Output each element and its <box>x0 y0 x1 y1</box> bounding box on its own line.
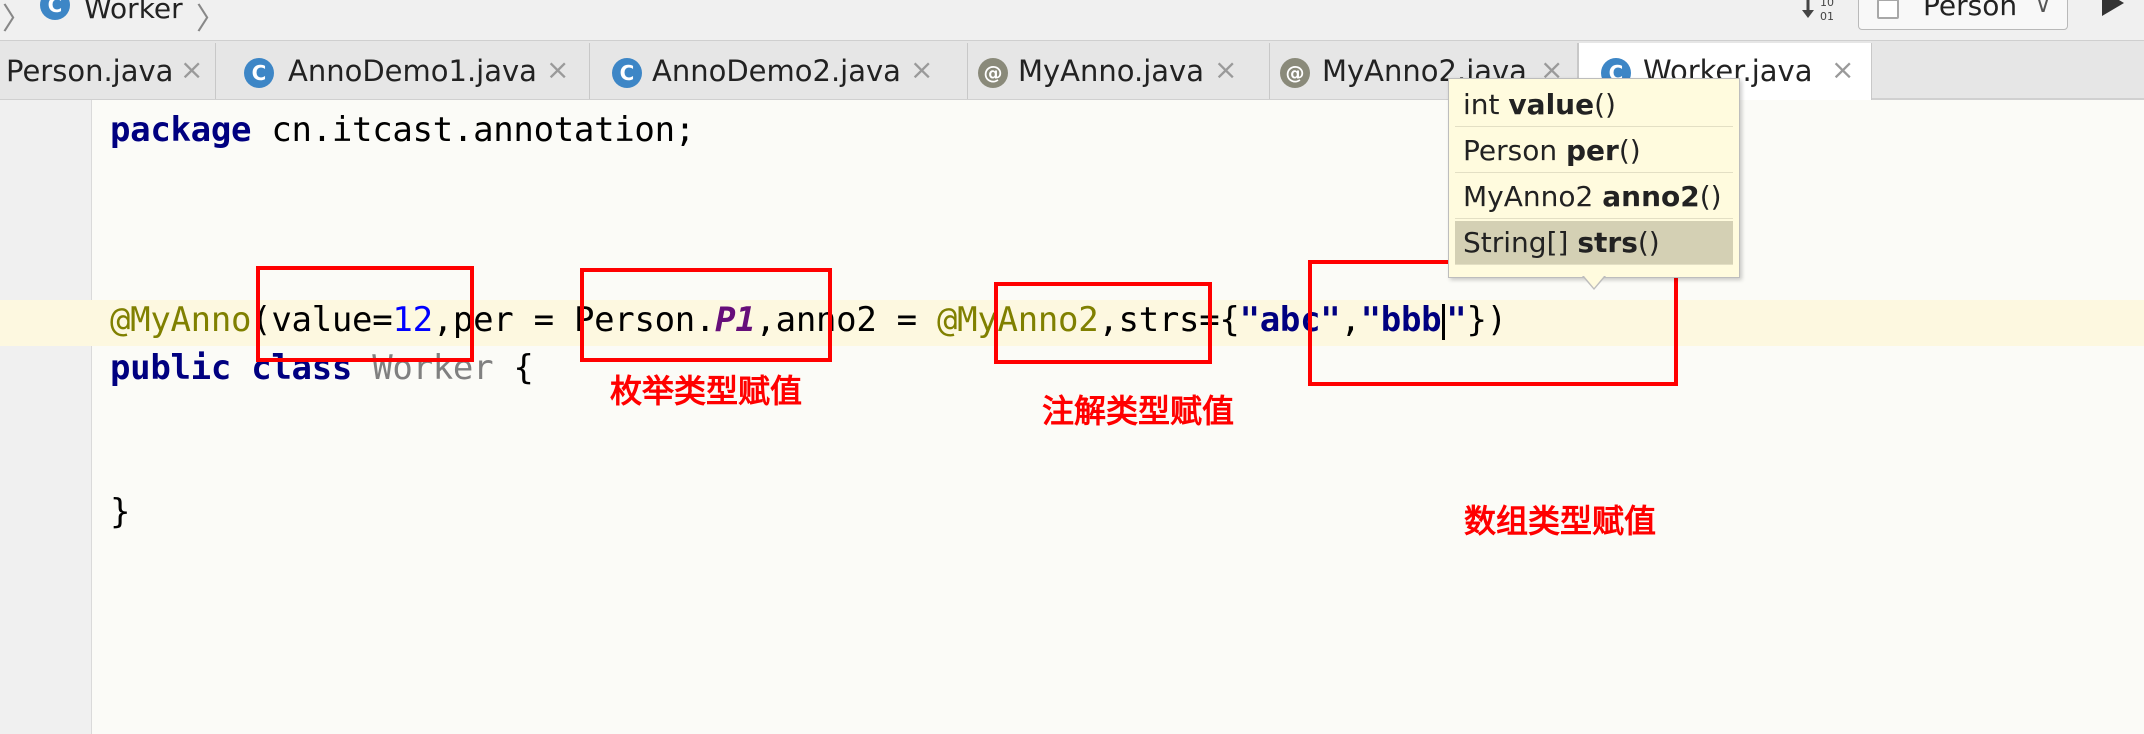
label-annotation-assignment: 注解类型赋值 <box>1042 392 1235 430</box>
tab-label: AnnoDemo2.java <box>652 54 901 88</box>
highlight-box-value <box>256 266 474 362</box>
code-line-close-brace[interactable]: } <box>110 492 130 532</box>
item-type: Person <box>1463 134 1558 167</box>
breadcrumb-separator: 〉 <box>196 2 226 37</box>
highlight-box-enum <box>580 268 832 362</box>
item-type: String[] <box>1463 226 1569 259</box>
highlight-box-array <box>1308 260 1678 386</box>
run-config-label: Person <box>1923 0 2018 22</box>
item-name: per <box>1566 134 1619 167</box>
breadcrumb-worker[interactable]: Worker <box>84 0 183 25</box>
highlight-box-annotation <box>994 282 1212 364</box>
annotation-icon: @ <box>978 58 1008 88</box>
label-enum-assignment: 枚举类型赋值 <box>610 372 803 410</box>
annotation-icon: @ <box>1280 58 1310 88</box>
completion-item-value[interactable]: int value() <box>1455 83 1733 127</box>
keyword-package: package <box>110 110 252 150</box>
code-line-package[interactable]: package cn.itcast.annotation; <box>110 110 695 150</box>
completion-item-strs[interactable]: String[] strs() <box>1455 221 1733 265</box>
package-name: cn.itcast.annotation; <box>251 110 695 150</box>
class-icon: C <box>612 58 642 88</box>
run-config-icon <box>1877 0 1899 19</box>
tab-label: Person.java <box>6 54 174 88</box>
close-icon[interactable]: × <box>180 53 203 86</box>
completion-popup[interactable]: int value() Person per() MyAnno2 anno2()… <box>1448 78 1740 278</box>
svg-text:10: 10 <box>1820 0 1834 9</box>
open-brace: { <box>493 348 534 388</box>
item-name: value <box>1508 88 1595 121</box>
item-suffix: () <box>1594 88 1616 121</box>
tab-person-java[interactable]: Person.java × <box>0 43 216 99</box>
code-editor[interactable]: package cn.itcast.annotation; @MyAnno(va… <box>0 100 2144 734</box>
popup-pointer-inner <box>1584 276 1604 288</box>
editor-tab-bar: Person.java × C AnnoDemo1.java × C AnnoD… <box>0 40 2144 103</box>
class-icon: C <box>40 0 70 20</box>
close-icon[interactable]: × <box>1214 53 1237 86</box>
class-icon: C <box>244 58 274 88</box>
breadcrumb-separator: 〉 <box>2 2 32 37</box>
close-brace: } <box>110 492 131 532</box>
close-icon[interactable]: × <box>546 53 569 86</box>
item-type: MyAnno2 <box>1463 180 1594 213</box>
run-icon[interactable] <box>2102 0 2124 16</box>
navigation-bar: 〉 C Worker 〉 10 01 Person ∨ <box>0 0 2144 40</box>
line-gutter[interactable] <box>0 100 92 734</box>
item-name: strs <box>1577 226 1638 259</box>
completion-item-per[interactable]: Person per() <box>1455 129 1733 173</box>
tab-label: AnnoDemo1.java <box>288 54 537 88</box>
annotation-myanno: @MyAnno <box>110 300 252 340</box>
svg-text:01: 01 <box>1820 10 1834 23</box>
tab-annodemo1-java[interactable]: C AnnoDemo1.java × <box>216 43 590 99</box>
tab-label: MyAnno.java <box>1018 54 1204 88</box>
item-suffix: () <box>1637 226 1660 259</box>
completion-item-anno2[interactable]: MyAnno2 anno2() <box>1455 175 1733 219</box>
run-configuration-dropdown[interactable]: Person ∨ <box>1858 0 2068 30</box>
item-suffix: () <box>1699 180 1722 213</box>
close-icon[interactable]: × <box>910 53 933 86</box>
item-name: anno2 <box>1602 180 1700 213</box>
tab-myanno-java[interactable]: @ MyAnno.java × <box>968 43 1270 99</box>
item-type: int <box>1463 88 1500 121</box>
sort-icon[interactable]: 10 01 <box>1800 0 1840 24</box>
keyword-public: public <box>110 348 232 388</box>
tab-annodemo2-java[interactable]: C AnnoDemo2.java × <box>590 43 968 99</box>
label-array-assignment: 数组类型赋值 <box>1464 502 1657 540</box>
close-icon[interactable]: × <box>1831 53 1854 86</box>
item-suffix: () <box>1618 134 1641 167</box>
chevron-down-icon: ∨ <box>2035 0 2052 18</box>
